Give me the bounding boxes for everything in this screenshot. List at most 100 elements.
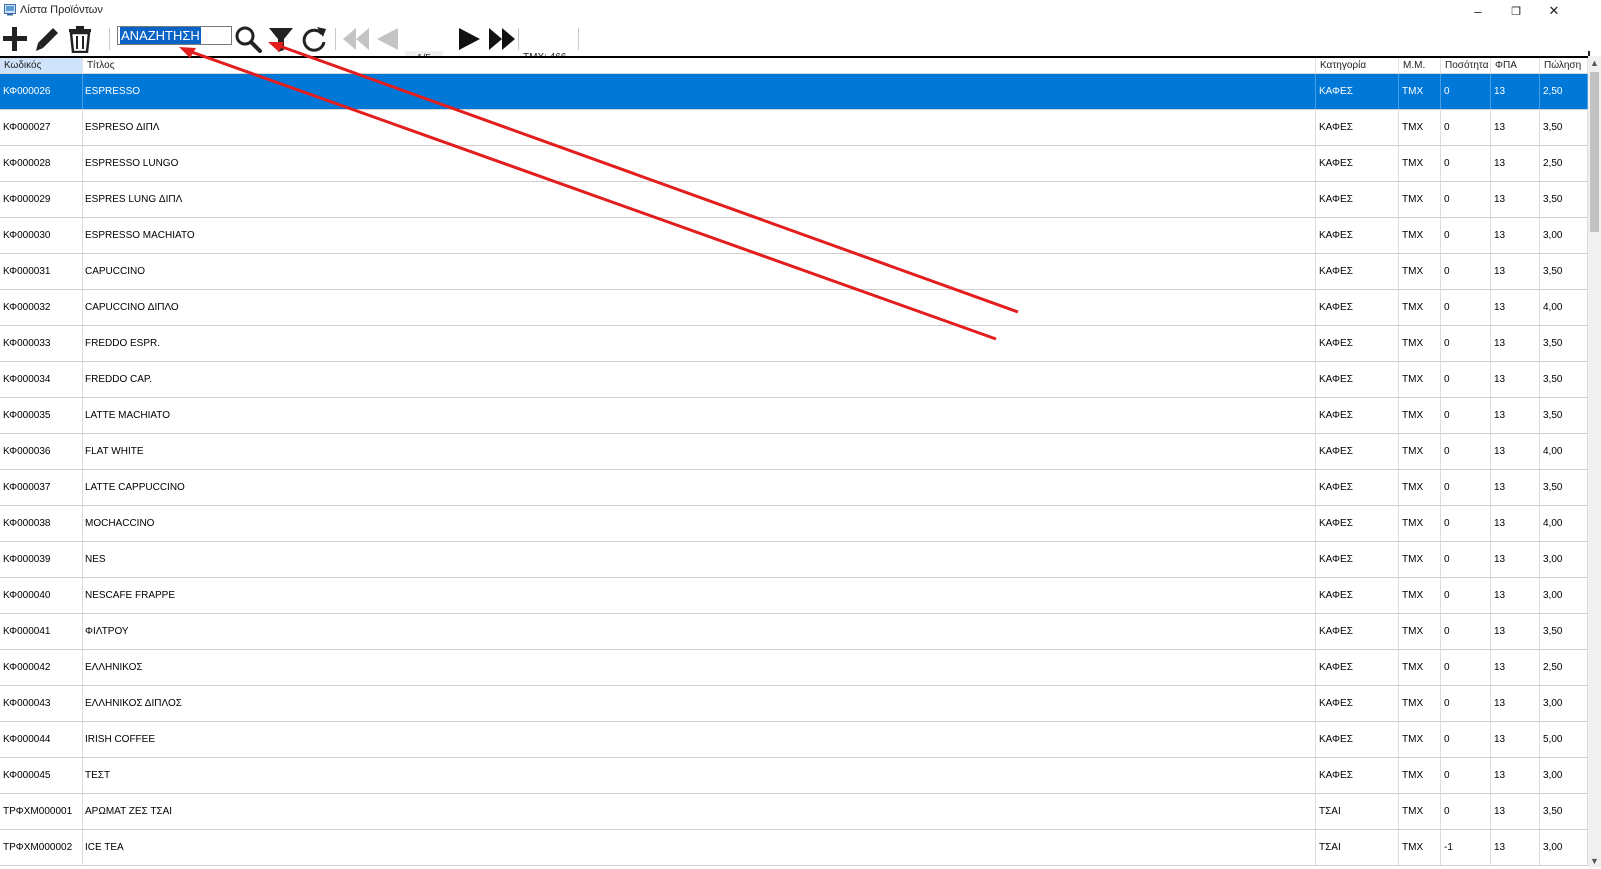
cell-code: ΚΦ000032 [0,290,83,325]
cell-code: ΚΦ000028 [0,146,83,181]
column-header-quantity[interactable]: Ποσότητα [1441,58,1491,73]
table-row[interactable]: ΚΦ000040 NESCAFE FRAPPE ΚΑΦΕΣ ΤΜΧ 0 13 3,00 [0,578,1588,614]
cell-unit: ΤΜΧ [1399,542,1441,577]
table-row[interactable]: ΚΦ000039 NES ΚΑΦΕΣ ΤΜΧ 0 13 3,00 [0,542,1588,578]
table-row[interactable]: ΚΦ000037 LATTE CAPPUCCINO ΚΑΦΕΣ ΤΜΧ 0 13 3,50 [0,470,1588,506]
scroll-up-icon[interactable]: ▲ [1588,56,1601,69]
cell-category: ΚΑΦΕΣ [1316,506,1399,541]
filter-button[interactable] [266,24,296,54]
scrollbar-thumb[interactable] [1590,72,1599,232]
plus-icon [3,27,27,51]
table-row[interactable]: ΚΦ000038 MOCHACCINO ΚΑΦΕΣ ΤΜΧ 0 13 4,00 [0,506,1588,542]
cell-code: ΚΦ000038 [0,506,83,541]
table-row[interactable]: ΚΦ000028 ESPRESSO LUNGO ΚΑΦΕΣ ΤΜΧ 0 13 2,50 [0,146,1588,182]
cell-category: ΚΑΦΕΣ [1316,110,1399,145]
cell-vat: 13 [1491,434,1540,469]
column-header-code[interactable]: Κωδικός [0,58,83,73]
table-row[interactable]: ΚΦ000042 ΕΛΛΗΝΙΚΟΣ ΚΑΦΕΣ ΤΜΧ 0 13 2,50 [0,650,1588,686]
table-row[interactable]: ΚΦ000027 ESPRESO ΔΙΠΛ ΚΑΦΕΣ ΤΜΧ 0 13 3,50 [0,110,1588,146]
pencil-icon [36,28,58,51]
table-row[interactable]: ΚΦ000033 FREDDO ESPR. ΚΑΦΕΣ ΤΜΧ 0 13 3,50 [0,326,1588,362]
next-page-button[interactable] [455,24,485,54]
cell-vat: 13 [1491,326,1540,361]
delete-button[interactable] [65,24,95,54]
cell-unit: ΤΜΧ [1399,254,1441,289]
column-header-vat[interactable]: ΦΠΑ [1491,58,1540,73]
cell-category: ΚΑΦΕΣ [1316,146,1399,181]
cell-quantity: 0 [1441,290,1491,325]
products-grid[interactable]: Κωδικός Τίτλος Κατηγορία Μ.Μ. Ποσότητα Φ… [0,56,1588,869]
cell-unit: ΤΜΧ [1399,74,1441,109]
search-icon [235,26,262,53]
cell-vat: 13 [1491,470,1540,505]
table-row[interactable]: ΚΦ000034 FREDDO CAP. ΚΑΦΕΣ ΤΜΧ 0 13 3,50 [0,362,1588,398]
cell-category: ΚΑΦΕΣ [1316,362,1399,397]
cell-price: 2,50 [1540,650,1588,685]
search-button[interactable] [233,24,263,54]
table-row[interactable]: ΚΦ000026 ESPRESSO ΚΑΦΕΣ ΤΜΧ 0 13 2,50 [0,74,1588,110]
column-header-category[interactable]: Κατηγορία [1316,58,1399,73]
cell-title: ΕΛΛΗΝΙΚΟΣ ΔΙΠΛΟΣ [83,686,1316,721]
cell-category: ΚΑΦΕΣ [1316,290,1399,325]
cell-category: ΚΑΦΕΣ [1316,542,1399,577]
table-row[interactable]: ΚΦ000043 ΕΛΛΗΝΙΚΟΣ ΔΙΠΛΟΣ ΚΑΦΕΣ ΤΜΧ 0 13 3,00 [0,686,1588,722]
table-row[interactable]: ΚΦ000035 LATTE MACHIATO ΚΑΦΕΣ ΤΜΧ 0 13 3,50 [0,398,1588,434]
next-page-icon [459,28,480,50]
first-page-button[interactable] [340,24,372,54]
refresh-button[interactable] [298,24,330,54]
cell-title: ΦΙΛΤΡΟΥ [83,614,1316,649]
toolbar-separator [335,28,336,50]
table-row[interactable]: ΚΦ000041 ΦΙΛΤΡΟΥ ΚΑΦΕΣ ΤΜΧ 0 13 3,50 [0,614,1588,650]
cell-unit: ΤΜΧ [1399,182,1441,217]
table-row[interactable]: ΚΦ000044 IRISH COFFEE ΚΑΦΕΣ ΤΜΧ 0 13 5,00 [0,722,1588,758]
table-row[interactable]: ΚΦ000030 ESPRESSO MACHIATO ΚΑΦΕΣ ΤΜΧ 0 13 3,00 [0,218,1588,254]
cell-quantity: 0 [1441,434,1491,469]
cell-vat: 13 [1491,110,1540,145]
cell-vat: 13 [1491,650,1540,685]
table-row[interactable]: ΚΦ000031 CAPUCCINO ΚΑΦΕΣ ΤΜΧ 0 13 3,50 [0,254,1588,290]
previous-page-icon [377,28,398,50]
cell-vat: 13 [1491,506,1540,541]
table-row[interactable]: ΚΦ000032 CAPUCCINO ΔΙΠΛΟ ΚΑΦΕΣ ΤΜΧ 0 13 4,00 [0,290,1588,326]
minimize-button[interactable]: – [1459,0,1497,22]
cell-title: ESPRES LUNG ΔΙΠΛ [83,182,1316,217]
cell-unit: ΤΜΧ [1399,506,1441,541]
vertical-scrollbar[interactable]: ▲ ▼ [1588,56,1601,867]
add-button[interactable] [0,24,30,54]
cell-code: ΚΦ000026 [0,74,83,109]
edit-button[interactable] [32,24,62,54]
cell-price: 4,00 [1540,434,1588,469]
app-icon [4,4,16,16]
close-button[interactable]: ✕ [1535,0,1573,22]
cell-code: ΚΦ000037 [0,470,83,505]
last-page-button[interactable] [486,24,518,54]
cell-category: ΚΑΦΕΣ [1316,254,1399,289]
cell-category: ΚΑΦΕΣ [1316,686,1399,721]
cell-code: ΚΦ000041 [0,614,83,649]
search-input[interactable]: ΑΝΑΖΗΤΗΣΗ [117,26,232,45]
cell-code: ΚΦ000034 [0,362,83,397]
table-row[interactable]: ΚΦ000045 ΤΕΣΤ ΚΑΦΕΣ ΤΜΧ 0 13 3,00 [0,758,1588,794]
column-header-price[interactable]: Πώληση [1540,58,1588,73]
table-row[interactable]: ΤΡΦΧΜ000001 ΑΡΩΜΑΤ ΖΕΣ ΤΣΑΙ ΤΣΑΙ ΤΜΧ 0 13 3,50 [0,794,1588,830]
previous-page-button[interactable] [372,24,402,54]
cell-category: ΚΑΦΕΣ [1316,578,1399,613]
table-row[interactable]: ΤΡΦΧΜ000002 ICE TEA ΤΣΑΙ ΤΜΧ -1 13 3,00 [0,830,1588,866]
cell-unit: ΤΜΧ [1399,398,1441,433]
cell-price: 3,00 [1540,758,1588,793]
cell-vat: 13 [1491,254,1540,289]
restore-button[interactable]: ❐ [1497,0,1535,22]
table-row[interactable]: ΚΦ000036 FLAT WHITE ΚΑΦΕΣ ΤΜΧ 0 13 4,00 [0,434,1588,470]
table-row[interactable]: ΚΦ000029 ESPRES LUNG ΔΙΠΛ ΚΑΦΕΣ ΤΜΧ 0 13 3,50 [0,182,1588,218]
column-header-unit[interactable]: Μ.Μ. [1399,58,1441,73]
cell-quantity: 0 [1441,218,1491,253]
cell-vat: 13 [1491,74,1540,109]
cell-price: 2,50 [1540,74,1588,109]
column-header-title[interactable]: Τίτλος [83,58,1316,73]
cell-category: ΚΑΦΕΣ [1316,614,1399,649]
window-title: Λίστα Προϊόντων [20,4,103,16]
cell-title: ESPRESSO LUNGO [83,146,1316,181]
scroll-down-icon[interactable]: ▼ [1588,854,1601,867]
cell-vat: 13 [1491,578,1540,613]
cell-quantity: 0 [1441,470,1491,505]
